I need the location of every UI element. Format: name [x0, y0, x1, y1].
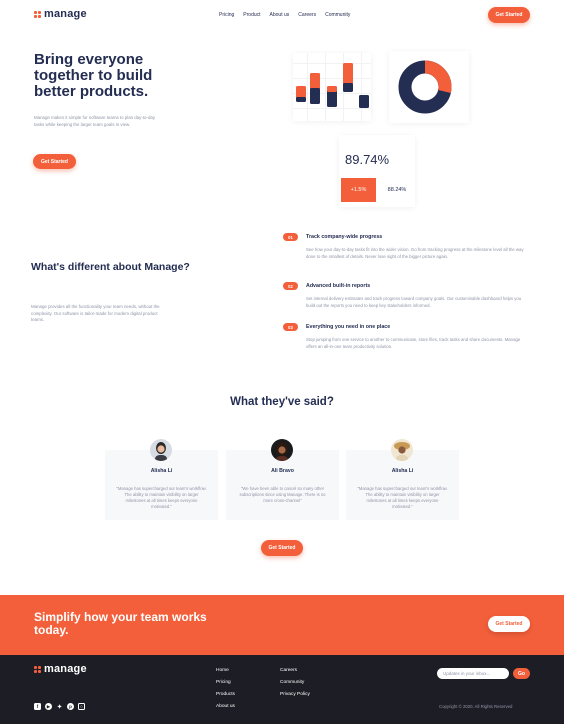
testimonial-quote: "Manage has supercharged our team's work… [116, 486, 207, 509]
donut-chart-illustration [389, 51, 469, 123]
features-title: What's different about Manage? [31, 261, 190, 273]
youtube-icon[interactable]: ▶ [45, 703, 52, 710]
feature-number-badge: 03 [283, 323, 298, 331]
stat-change-value: +1.5% [341, 178, 376, 202]
testimonials-title: What they've said? [230, 396, 334, 408]
nav-item-community[interactable]: Community [325, 12, 350, 18]
feature-number-badge: 02 [283, 282, 298, 290]
nav-item-about[interactable]: About us [270, 12, 290, 18]
stats-illustration: 89.74% +1.5% 88.24% [339, 135, 415, 207]
feature-title: Track company-wide progress [306, 234, 383, 240]
facebook-icon[interactable]: f [34, 703, 41, 710]
nav-item-pricing[interactable]: Pricing [219, 12, 234, 18]
nav-item-careers[interactable]: Careers [298, 12, 316, 18]
main-nav: Pricing Product About us Careers Communi… [219, 12, 350, 18]
logo-text: manage [44, 8, 87, 20]
logo-mark-icon [34, 10, 41, 18]
testimonial-card: Ali Bravo "We have been able to cancel s… [226, 439, 339, 520]
stat-main-value: 89.74% [345, 152, 390, 167]
feature-description: Set internal delivery estimates and trac… [306, 296, 522, 308]
instagram-icon[interactable]: ○ [78, 703, 85, 710]
footer-link-products[interactable]: Products [216, 689, 235, 701]
feature-title: Everything you need in one place [306, 324, 391, 330]
features-description: Manage provides all the functionality yo… [31, 304, 160, 322]
hero-description: Manage makes it simple for software team… [34, 115, 156, 127]
feature-title: Advanced built-in reports [306, 283, 371, 289]
footer-links-primary: Home Pricing Products About us [216, 665, 235, 713]
bar-chart-illustration [293, 53, 371, 121]
testimonial-card: Alisha Li "Manage has supercharged our t… [346, 439, 459, 520]
testimonial-quote: "Manage has supercharged our team's work… [357, 486, 448, 509]
cta-title: Simplify how your team works today. [34, 610, 207, 637]
footer-link-privacy[interactable]: Privacy Policy [280, 689, 310, 701]
footer-link-home[interactable]: Home [216, 665, 235, 677]
testimonial-name: Ali Bravo [271, 468, 294, 474]
logo[interactable]: manage [34, 8, 87, 20]
footer-link-about[interactable]: About us [216, 701, 235, 713]
testimonials-get-started-button[interactable]: Get Started [261, 540, 303, 556]
footer-logo[interactable]: manage [34, 663, 87, 675]
footer-link-careers[interactable]: Careers [280, 665, 310, 677]
nav-item-product[interactable]: Product [243, 12, 260, 18]
footer-link-community[interactable]: Community [280, 677, 310, 689]
avatar [150, 439, 172, 461]
avatar [391, 439, 413, 461]
newsletter-email-input[interactable]: Updates in your inbox... [437, 668, 509, 679]
feature-number-badge: 01 [283, 233, 298, 241]
testimonial-quote: "We have been able to cancel so many oth… [239, 486, 326, 503]
header-get-started-button[interactable]: Get Started [488, 7, 530, 23]
footer-links-secondary: Careers Community Privacy Policy [280, 665, 310, 701]
feature-description: See how your day-to-day tasks fit into t… [306, 247, 524, 259]
stat-secondary-value: 88.24% [387, 187, 407, 193]
footer-link-pricing[interactable]: Pricing [216, 677, 235, 689]
cta-get-started-button[interactable]: Get Started [488, 616, 530, 632]
chart-bar [310, 88, 320, 104]
logo-text: manage [44, 663, 87, 675]
hero-title: Bring everyone together to build better … [34, 51, 153, 100]
avatar [271, 439, 293, 461]
chart-bar [327, 86, 337, 92]
newsletter-go-button[interactable]: Go [513, 668, 530, 679]
pinterest-icon[interactable]: p [67, 703, 74, 710]
testimonial-card: Alisha Li "Manage has supercharged our t… [105, 439, 218, 520]
feature-description: Stop jumping from one service to another… [306, 337, 521, 349]
hero-get-started-button[interactable]: Get Started [33, 154, 76, 169]
twitter-icon[interactable]: ✦ [56, 703, 63, 711]
logo-mark-icon [34, 665, 41, 673]
chart-bar [343, 83, 353, 92]
donut-chart-svg [398, 60, 452, 114]
testimonial-name: Alisha Li [391, 468, 414, 474]
chart-bar [296, 97, 306, 102]
chart-bar [359, 95, 369, 108]
social-links: f ▶ ✦ p ○ [34, 703, 85, 711]
testimonial-name: Alisha Li [150, 468, 173, 474]
copyright-text: Copyright © 2020, All Rights Reserved [439, 704, 513, 709]
